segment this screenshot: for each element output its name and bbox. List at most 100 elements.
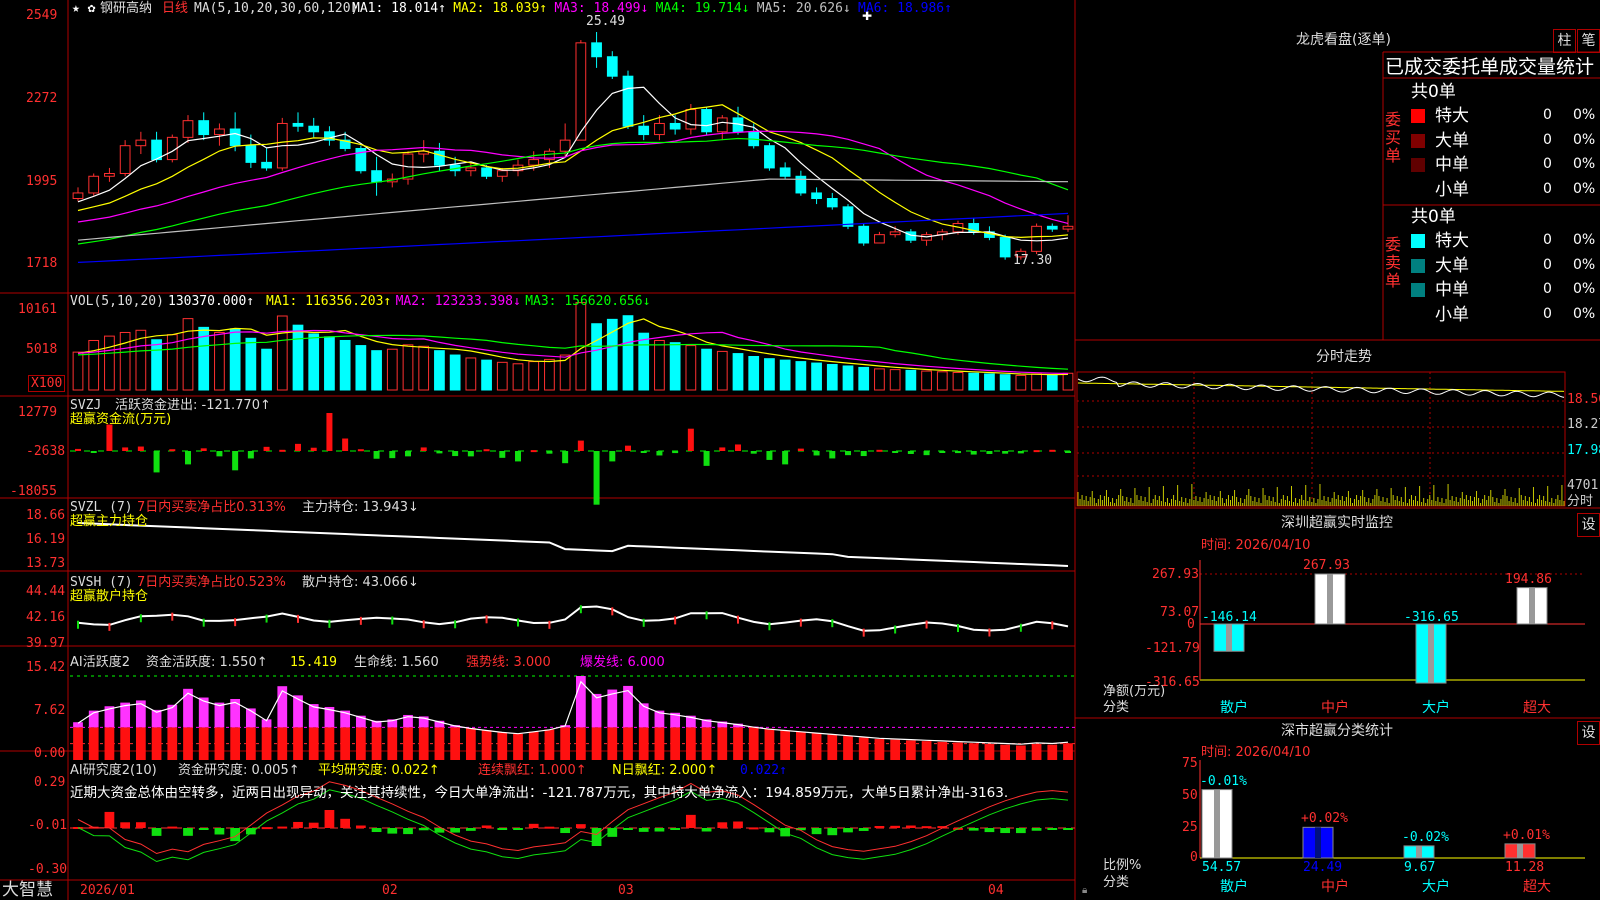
- classify-value-label: 11.28: [1505, 860, 1545, 875]
- research-bar: [450, 828, 461, 833]
- volume-bar: [72, 351, 84, 391]
- svzj-bar: [279, 449, 286, 452]
- ai-activity-chart[interactable]: [70, 675, 1075, 760]
- color-swatch: [1411, 283, 1425, 297]
- classify-axis-2: 50: [1182, 788, 1198, 803]
- activity-bar: [575, 727, 586, 760]
- svzj-bar: [405, 451, 411, 457]
- classify-change-label: +0.02%: [1301, 811, 1348, 827]
- research-bar: [104, 811, 115, 828]
- activity-bar: [120, 727, 131, 760]
- classify-bar-shade: [1315, 827, 1321, 858]
- ai2-l1: 资金研究度: 0.005↑: [178, 763, 300, 778]
- volume-bar: [402, 344, 414, 391]
- activity-bar: [905, 740, 916, 760]
- ma-legend-4: MA4: 19.714↓: [655, 1, 750, 16]
- volume-bar: [512, 363, 524, 391]
- svzj-axis-2: -2638: [26, 444, 66, 459]
- monitor-xlabel: 分类: [1103, 700, 1130, 715]
- kline-axis-3: 1995: [26, 174, 58, 189]
- activity-bar: [1015, 745, 1026, 760]
- activity-bar: [874, 738, 885, 760]
- candle-body: [591, 42, 602, 58]
- svzj-head: SVZJ: [70, 398, 102, 413]
- row-percent: 0%: [1573, 131, 1596, 148]
- svzl-axis-2: 16.19: [26, 532, 66, 547]
- research-bar: [638, 828, 649, 832]
- ai1-l1: 资金活跃度: 1.550↑: [146, 655, 268, 670]
- research-bar: [874, 825, 885, 828]
- lock-icon[interactable]: 🔒︎: [1082, 883, 1087, 898]
- activity-bar: [308, 727, 319, 760]
- svsh-chart[interactable]: [77, 605, 1069, 637]
- bar-view-button[interactable]: 柱: [1553, 29, 1576, 53]
- research-bar: [827, 828, 838, 836]
- classify-settings-button[interactable]: 设: [1577, 721, 1600, 745]
- row-count: 0: [1543, 107, 1552, 123]
- activity-bar: [88, 727, 99, 760]
- row-percent: 0%: [1573, 180, 1596, 197]
- vol-unit-button[interactable]: X100: [28, 375, 66, 392]
- volume-bar: [151, 339, 162, 391]
- candle-body: [716, 117, 728, 133]
- research-bar: [120, 822, 131, 828]
- svzj-bar: [326, 413, 333, 451]
- research-bar: [481, 825, 492, 828]
- svzj-bar: [185, 451, 191, 465]
- tick-view-button[interactable]: 笔: [1577, 29, 1600, 53]
- svzj-bar: [420, 447, 427, 451]
- intraday-price-line: [1077, 376, 1565, 398]
- volume-bar: [858, 366, 870, 391]
- ma-legend-2: MA2: 18.039↑: [453, 1, 548, 16]
- volume-bar: [654, 339, 665, 391]
- row-percent: 0%: [1573, 305, 1596, 322]
- svzl-chart[interactable]: [77, 522, 1069, 567]
- research-bar: [654, 828, 665, 832]
- row-name: 中单: [1435, 155, 1469, 175]
- svzj-chart[interactable]: [70, 413, 1075, 505]
- research-bar: [418, 828, 429, 831]
- volume-chart[interactable]: [72, 302, 1074, 391]
- row-percent: 0%: [1573, 156, 1596, 172]
- activity-bar: [434, 727, 445, 760]
- svzj-axis-3: -18055: [10, 484, 57, 499]
- svzj-bar: [90, 451, 97, 453]
- kline-chart[interactable]: ✚: [72, 9, 1074, 263]
- ai2-l3: 连续飘红: 1.000↑: [478, 763, 587, 778]
- research-bar: [575, 824, 586, 828]
- svzj-bar: [122, 447, 129, 451]
- research-bar: [764, 828, 775, 833]
- research-bar: [308, 822, 319, 828]
- research-bar: [685, 814, 696, 828]
- period-label[interactable]: 日线: [162, 1, 188, 16]
- volume-bar: [465, 357, 477, 391]
- volume-bar: [276, 315, 288, 391]
- svzl-axis-3: 13.73: [26, 556, 66, 571]
- volume-bar: [355, 345, 367, 391]
- activity-line: [77, 680, 1069, 745]
- candle-body: [371, 170, 382, 183]
- classify-change-label: +0.01%: [1503, 827, 1550, 843]
- research-bar: [528, 823, 539, 828]
- monitor-settings-button[interactable]: 设: [1577, 513, 1600, 537]
- monitor-bar-shade: [1428, 624, 1434, 684]
- activity-bar-extra: [591, 693, 602, 728]
- classify-ylabel: 比例%: [1103, 858, 1142, 873]
- row-name: 小单: [1435, 179, 1469, 200]
- activity-bar: [811, 733, 822, 760]
- candle-body: [842, 206, 854, 227]
- row-name: 中单: [1435, 280, 1469, 300]
- candle-body: [654, 122, 665, 136]
- intraday-chart[interactable]: [1077, 376, 1565, 506]
- volume-bar: [418, 345, 430, 391]
- volume-bar: [889, 369, 901, 391]
- svzj-bar: [860, 451, 867, 457]
- svzj-bar: [562, 451, 569, 464]
- favorite-icons[interactable]: ★ ✿: [72, 1, 95, 16]
- classify-category: 散户: [1220, 879, 1248, 895]
- activity-bar: [921, 741, 932, 760]
- activity-bar: [104, 727, 115, 760]
- row-name: 大单: [1435, 130, 1469, 151]
- svzj-bar: [625, 445, 631, 451]
- monitor-ylabel: 净额(万元): [1103, 684, 1166, 699]
